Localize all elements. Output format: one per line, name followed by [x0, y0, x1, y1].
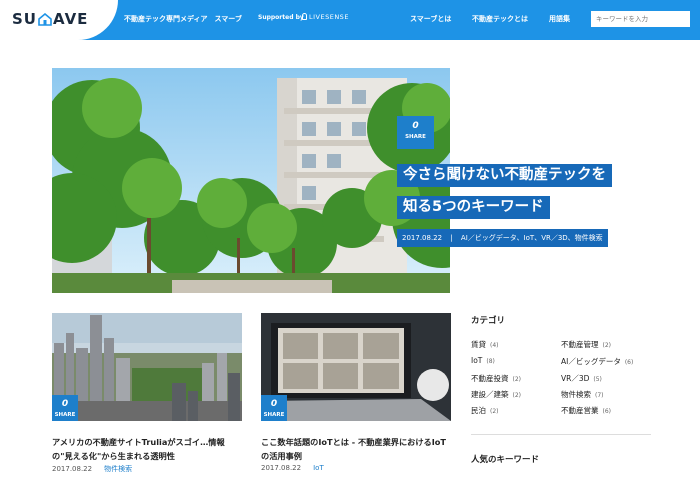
laptop-photo [261, 313, 451, 421]
category-count: (2) [512, 376, 522, 383]
share-label: SHARE [405, 134, 426, 140]
share-count: 0 [412, 121, 419, 131]
site-tagline: 不動産テック専門メディア スマーブ [124, 15, 242, 23]
category-count: (2) [602, 342, 612, 349]
hero-date: 2017.08.22 [402, 234, 443, 242]
card-tag[interactable]: 物件検索 [104, 465, 132, 473]
site-header: SU AVE 不動産テック専門メディア スマーブ Supported by LIV… [0, 0, 700, 40]
meta-separator: | [450, 234, 453, 242]
category-label: IoT [471, 356, 483, 365]
card-thumbnail[interactable]: 0 SHARE [261, 313, 451, 421]
category-count: (2) [512, 392, 522, 399]
category-item[interactable]: 不動産営業 (6) [561, 405, 611, 416]
city-skyline-photo [52, 313, 242, 421]
hero-share-badge[interactable]: 0 SHARE [397, 116, 434, 149]
site-logo[interactable]: SU AVE [12, 10, 88, 28]
category-label: 物件検索 [561, 390, 591, 399]
hero-photo [52, 68, 450, 293]
category-item[interactable]: 賃貸 (4) [471, 339, 499, 350]
keyword-heading: 人気のキーワード [471, 455, 540, 465]
partner-logo[interactable]: LIVESENSE [302, 13, 349, 21]
category-count: (5) [593, 376, 602, 383]
logo-area[interactable]: SU AVE [0, 0, 118, 40]
category-item[interactable]: 民泊 (2) [471, 405, 499, 416]
category-item[interactable]: 物件検索 (7) [561, 389, 604, 400]
livesense-icon [302, 13, 307, 20]
share-count: 0 [61, 399, 69, 409]
article-card[interactable]: 0 SHARE ここ数年話題のIoTとは - 不動産業界におけるIoTの活用事例… [261, 313, 451, 472]
share-count: 0 [270, 399, 278, 409]
category-label: 建設／建築 [471, 390, 509, 399]
partner-name: LIVESENSE [309, 13, 349, 21]
article-card[interactable]: 0 SHARE アメリカの不動産サイトTruliaがスゴイ…情報の"見える化"か… [52, 313, 242, 473]
card-title[interactable]: ここ数年話題のIoTとは - 不動産業界におけるIoTの活用事例 [261, 435, 451, 463]
category-count: (8) [486, 358, 495, 365]
card-share-badge[interactable]: 0 SHARE [261, 395, 287, 421]
hero-tags[interactable]: AI／ビッグデータ、IoT、VR／3D、物件検索 [461, 234, 603, 242]
category-label: 賃貸 [471, 340, 486, 349]
card-meta: 2017.08.22 IoT [261, 464, 324, 472]
card-title[interactable]: アメリカの不動産サイトTruliaがスゴイ…情報の"見える化"から生まれる透明性 [52, 435, 242, 463]
category-item[interactable]: 建設／建築 (2) [471, 389, 521, 400]
category-label: 不動産管理 [561, 340, 599, 349]
hero-title-line1[interactable]: 今さら聞けない不動産テックを [397, 164, 612, 187]
supported-by-label: Supported by [258, 14, 304, 21]
category-label: 不動産営業 [561, 406, 599, 415]
category-count: (4) [490, 342, 499, 349]
category-item[interactable]: IoT (8) [471, 356, 495, 365]
nav-about[interactable]: スマーブとは [410, 14, 451, 24]
category-item[interactable]: VR／3D (5) [561, 373, 602, 384]
category-label: AI／ビッグデータ [561, 357, 621, 366]
category-label: 民泊 [471, 406, 486, 415]
card-thumbnail[interactable]: 0 SHARE [52, 313, 242, 421]
category-item[interactable]: 不動産管理 (2) [561, 339, 611, 350]
logo-text-left: SU [12, 10, 37, 28]
nav-glossary[interactable]: 用語集 [549, 14, 570, 24]
nav-proptech[interactable]: 不動産テックとは [472, 14, 528, 24]
share-label: SHARE [54, 412, 76, 418]
hero-title-line2[interactable]: 知る5つのキーワード [397, 196, 550, 219]
card-date: 2017.08.22 [261, 464, 302, 472]
category-label: VR／3D [561, 374, 590, 383]
category-count: (2) [490, 408, 499, 415]
sidebar-divider [471, 434, 651, 435]
share-label: SHARE [263, 412, 285, 418]
category-count: (7) [595, 392, 604, 399]
card-share-badge[interactable]: 0 SHARE [52, 395, 78, 421]
category-count: (6) [624, 359, 634, 366]
category-count: (6) [602, 408, 612, 415]
category-heading: カテゴリ [471, 316, 506, 326]
card-meta: 2017.08.22 物件検索 [52, 464, 132, 474]
logo-text-right: AVE [52, 10, 89, 28]
category-item[interactable]: 不動産投資 (2) [471, 373, 521, 384]
house-icon [38, 13, 52, 26]
card-tag[interactable]: IoT [313, 464, 324, 472]
category-label: 不動産投資 [471, 374, 509, 383]
category-item[interactable]: AI／ビッグデータ (6) [561, 356, 633, 367]
search-input[interactable] [591, 11, 690, 27]
card-date: 2017.08.22 [52, 465, 93, 473]
hero-meta: 2017.08.22 | AI／ビッグデータ、IoT、VR／3D、物件検索 [397, 229, 608, 247]
hero-article-image[interactable]: 0 SHARE [52, 68, 450, 293]
